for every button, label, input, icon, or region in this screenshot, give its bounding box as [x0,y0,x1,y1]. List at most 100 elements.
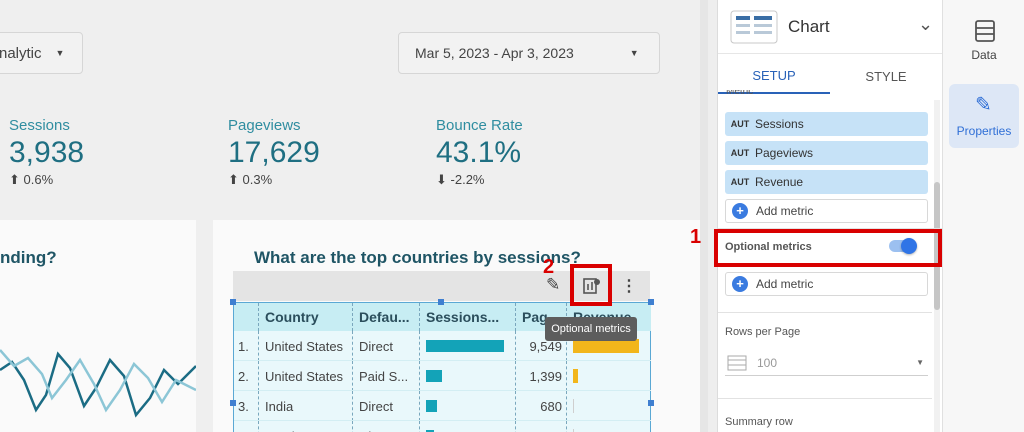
rail-label: Properties [956,124,1012,138]
tab-style[interactable]: STYLE [830,58,942,94]
annotation-marker-2: 2 [543,256,555,278]
divider [718,312,932,313]
more-vert-icon[interactable]: ⋮ [621,276,637,296]
cell-pageviews[interactable]: 1,399 [516,361,567,391]
metric-name: Pageviews [755,146,814,160]
cell-country[interactable]: United States [259,361,353,391]
row-index: 3. [234,391,259,421]
divider [718,398,932,399]
metric-chip-sessions[interactable]: AUT Sessions [725,112,928,136]
arrow-down-icon: ⬇ [436,172,447,187]
resize-handle[interactable] [648,400,654,406]
card-heading: nding? [0,248,57,267]
trend-chart-card[interactable]: nding? [0,220,196,432]
chart-type-label: Chart [788,17,830,36]
sessions-bar [426,340,504,352]
metric-name: Revenue [755,175,804,189]
resize-handle[interactable] [648,299,654,305]
annotation-highlight-box [570,264,612,306]
cell-channel[interactable]: Direct [353,331,420,361]
column-header-country[interactable]: Country [259,303,353,331]
rows-per-page-select[interactable]: 100 ▼ [725,350,928,376]
line-chart [0,349,196,418]
kpi-value: 43.1% [436,136,522,169]
row-index: 4. [234,421,259,432]
cell-pageviews[interactable]: 588 [516,421,567,432]
rail-item-properties[interactable]: ✎ Properties [949,84,1019,148]
pencil-icon: ✎ [975,94,992,116]
caret-down-icon: ▼ [916,358,924,367]
rows-per-page-label: Rows per Page [725,326,801,338]
table-heading: What are the top countries by sessions? [254,248,581,267]
cell-sessions[interactable] [420,331,516,361]
resize-handle[interactable] [230,400,236,406]
rail-label: Data [971,48,997,62]
kpi-delta: -2.2% [450,172,485,187]
metric-chip-pageviews[interactable]: AUT Pageviews [725,141,928,165]
column-header-channel[interactable]: Defau... [353,303,420,331]
tab-setup[interactable]: SETUP [718,58,830,94]
cell-sessions[interactable] [420,361,516,391]
add-optional-metric-button[interactable]: + Add metric [725,272,928,296]
cell-channel[interactable]: Direct [353,421,420,432]
kpi-delta: 0.3% [242,172,273,187]
kpi-label: Bounce Rate [436,117,523,134]
data-source-label: nalytic [0,44,42,62]
annotation-highlight-box [714,229,942,267]
kpi-label: Pageviews [228,117,301,134]
kpi-bounce-rate[interactable]: Bounce Rate 43.1% ⬇ -2.2% [436,117,523,188]
annotation-marker-1: 1 [690,226,702,248]
cell-country[interactable]: South Korea [259,421,353,432]
revenue-bar [573,369,578,383]
row-index: 1. [234,331,259,361]
resize-handle[interactable] [438,299,444,305]
cell-pageviews[interactable]: 680 [516,391,567,421]
metric-type-badge: AUT [730,177,750,187]
cell-revenue[interactable] [567,361,651,391]
metric-type-badge: AUT [730,148,750,158]
plus-icon: + [732,203,748,219]
cell-country[interactable]: India [259,391,353,421]
date-range-label: Mar 5, 2023 - Apr 3, 2023 [415,45,574,61]
data-source-dropdown[interactable]: nalytic ▼ [0,32,83,74]
date-range-dropdown[interactable]: Mar 5, 2023 - Apr 3, 2023 ▼ [398,32,660,74]
cell-channel[interactable]: Direct [353,391,420,421]
series-line-2 [0,349,196,413]
row-index: 2. [234,361,259,391]
cell-channel[interactable]: Paid S... [353,361,420,391]
chevron-down-icon: ▼ [55,48,65,58]
cell-revenue[interactable] [567,391,651,421]
metric-name: Sessions [755,117,804,131]
metric-type-badge: AUT [730,119,750,129]
kpi-label: Sessions [9,117,70,134]
kpi-delta: 0.6% [23,172,54,187]
revenue-bar [573,399,574,413]
cell-sessions[interactable] [420,421,516,432]
kpi-sessions[interactable]: Sessions 3,938 ⬆ 0.6% [9,117,84,188]
cell-sessions[interactable] [420,391,516,421]
column-header-sessions[interactable]: Sessions... [420,303,516,331]
chart-type-selector[interactable]: Chart ⌄ [718,0,943,54]
table-chart-icon [730,10,778,44]
right-rail: Data ✎ Properties [942,0,1024,432]
metric-chip-revenue[interactable]: AUT Revenue [725,170,928,194]
table-header-index [234,303,259,331]
chevron-down-icon[interactable]: ⌄ [918,14,933,35]
tooltip: Optional metrics [545,317,637,341]
add-metric-label: Add metric [756,277,814,291]
canvas-scrollbar[interactable] [700,0,708,432]
sessions-bar [426,400,437,412]
report-canvas: nalytic ▼ Mar 5, 2023 - Apr 3, 2023 ▼ Se… [0,0,708,432]
cell-revenue[interactable] [567,421,651,432]
plus-icon: + [732,276,748,292]
resize-handle[interactable] [230,299,236,305]
kpi-pageviews[interactable]: Pageviews 17,629 ⬆ 0.3% [228,117,320,188]
table-icon [975,20,995,42]
add-metric-button[interactable]: + Add metric [725,199,928,223]
arrow-up-icon: ⬆ [9,172,20,187]
rail-item-data[interactable]: Data [943,12,1024,68]
revenue-bar [573,339,639,353]
cell-country[interactable]: United States [259,331,353,361]
summary-row-label: Summary row [725,416,793,428]
arrow-up-icon: ⬆ [228,172,239,187]
